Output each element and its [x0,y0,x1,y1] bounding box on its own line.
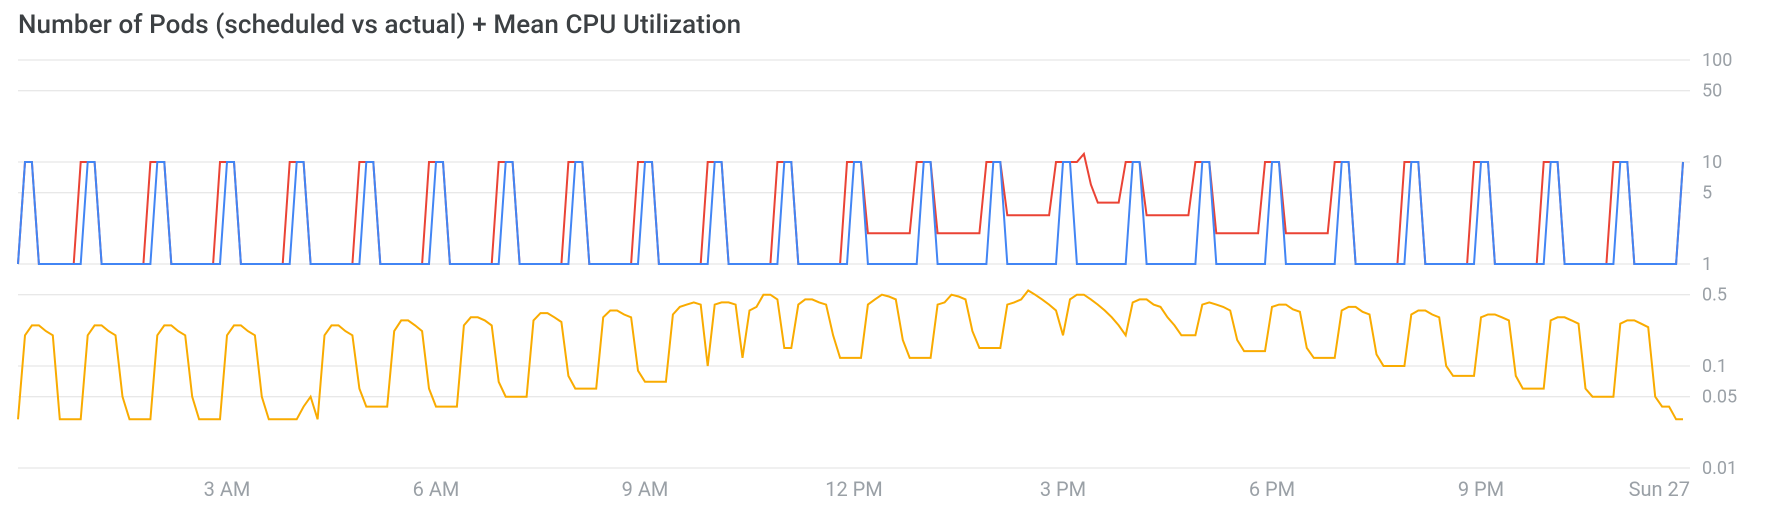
chart-plot-area: 1005010510.50.10.050.013 AM6 AM9 AM12 PM… [18,60,1690,468]
x-tick-label: 6 PM [1249,477,1295,501]
chart-panel: Number of Pods (scheduled vs actual) + M… [0,0,1772,528]
x-tick-label: 6 AM [413,477,460,501]
y-tick-label: 0.5 [1702,285,1727,306]
y-tick-label: 0.05 [1702,387,1737,408]
y-tick-label: 0.1 [1702,356,1727,377]
x-tick-label: 12 PM [825,477,883,501]
series-pods-actual [18,162,1683,264]
series-mean-cpu-utilization [18,291,1683,420]
x-tick-label: 9 AM [622,477,669,501]
x-tick-label: 9 PM [1458,477,1504,501]
y-tick-label: 100 [1702,50,1732,71]
chart-svg: 1005010510.50.10.050.013 AM6 AM9 AM12 PM… [18,60,1690,468]
y-tick-label: 0.01 [1702,458,1737,479]
x-tick-label: 3 PM [1040,477,1086,501]
y-tick-label: 1 [1702,254,1712,275]
chart-title: Number of Pods (scheduled vs actual) + M… [0,0,1772,44]
x-tick-label: 3 AM [204,477,251,501]
x-tick-label: Sun 27 [1629,477,1690,501]
y-tick-label: 5 [1702,183,1712,204]
y-tick-label: 50 [1702,81,1722,102]
y-tick-label: 10 [1702,152,1722,173]
